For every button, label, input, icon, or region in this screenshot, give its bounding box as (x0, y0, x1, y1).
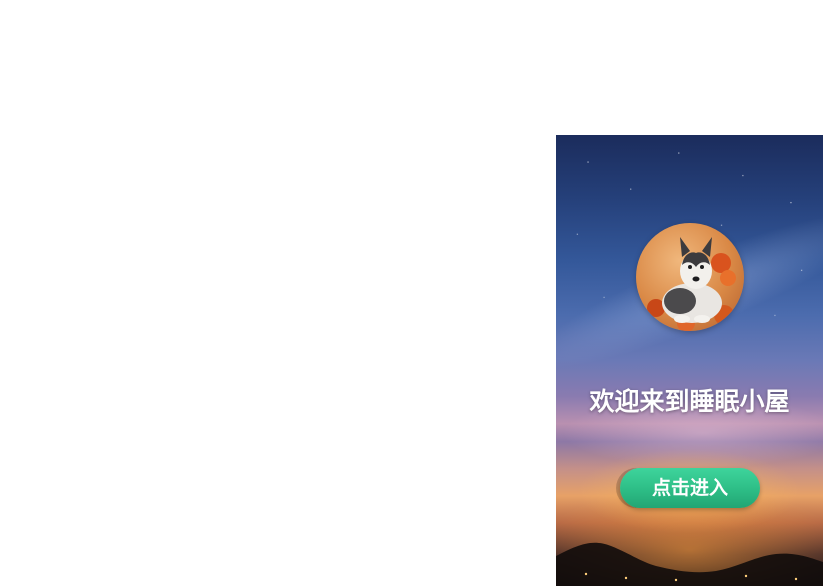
husky-dog-avatar (636, 223, 744, 331)
welcome-title: 欢迎来到睡眠小屋 (589, 387, 790, 416)
mountain-silhouette (556, 542, 823, 586)
enter-button[interactable]: 点击进入 (620, 468, 760, 508)
page: 欢迎来到睡眠小屋 点击进入 (0, 0, 823, 586)
welcome-screen: 欢迎来到睡眠小屋 点击进入 (556, 135, 823, 586)
husky-dog-icon (647, 237, 736, 331)
